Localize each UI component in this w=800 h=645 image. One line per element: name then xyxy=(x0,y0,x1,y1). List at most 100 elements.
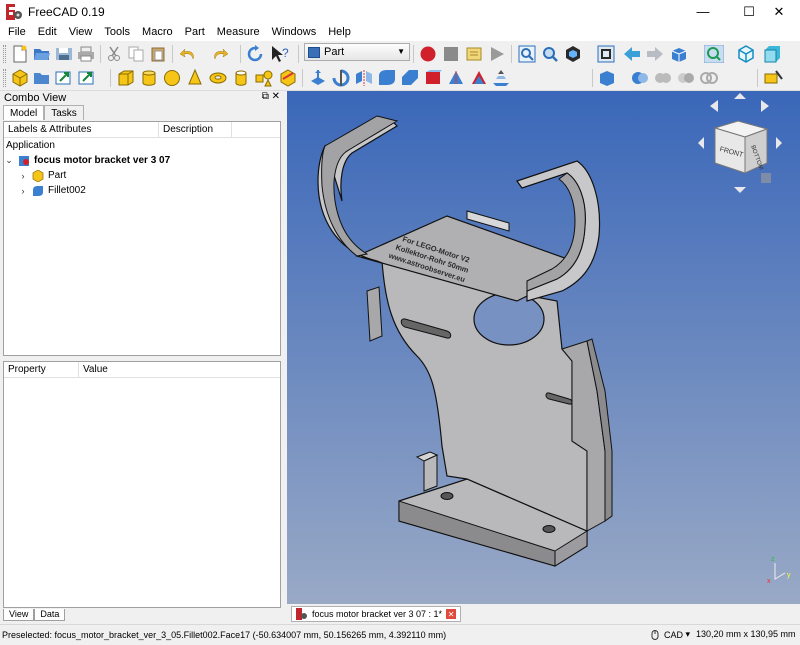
stop-macro-icon[interactable] xyxy=(441,44,461,64)
chevron-down-icon: ▼ xyxy=(397,47,405,56)
primitives-icon[interactable] xyxy=(254,68,274,88)
combo-tabs: Model Tasks xyxy=(3,105,284,120)
property-editor: Property Value xyxy=(3,361,281,608)
tab-view[interactable]: View xyxy=(3,609,35,621)
zoom-icon[interactable] xyxy=(704,44,724,64)
draw-style-icon[interactable] xyxy=(563,44,583,64)
undo-icon[interactable] xyxy=(178,44,198,64)
ruled-surface-icon[interactable] xyxy=(446,68,466,88)
fillet-icon[interactable] xyxy=(377,68,397,88)
application-row: Application xyxy=(4,138,280,153)
torus-icon[interactable] xyxy=(208,68,228,88)
value-column-header[interactable]: Value xyxy=(79,362,279,377)
bracket-model[interactable]: For LEGO-Motor V2 Kollektor-Rohr 50mm ww… xyxy=(287,91,800,604)
open-icon[interactable] xyxy=(32,44,52,64)
fit-selection-icon[interactable] xyxy=(540,44,560,64)
close-button[interactable]: ✕ xyxy=(756,0,800,23)
tree-item-label: Part xyxy=(48,170,67,181)
save-icon[interactable] xyxy=(54,44,74,64)
redo-icon[interactable] xyxy=(210,44,230,64)
menu-macro[interactable]: Macro xyxy=(136,26,179,38)
section-icon[interactable] xyxy=(699,68,719,88)
create-part-icon[interactable] xyxy=(10,68,30,88)
menu-windows[interactable]: Windows xyxy=(266,26,323,38)
chamfer-icon[interactable] xyxy=(400,68,420,88)
menu-part[interactable]: Part xyxy=(179,26,211,38)
toolbar-row-2 xyxy=(0,65,800,91)
edit-macro-icon[interactable] xyxy=(464,44,484,64)
print-icon[interactable] xyxy=(76,44,96,64)
fit-all-icon[interactable] xyxy=(517,44,537,64)
expand-icon[interactable]: › xyxy=(18,186,28,196)
link-icon[interactable] xyxy=(54,68,74,88)
panel-float-close-icon[interactable]: ⧉ ✕ xyxy=(262,91,280,102)
sweep-icon[interactable] xyxy=(492,68,512,88)
title-bar: FreeCAD 0.19 — ☐ ✕ xyxy=(0,0,800,23)
menu-measure[interactable]: Measure xyxy=(211,26,266,38)
document-row[interactable]: ⌄ focus motor bracket ver 3 07 xyxy=(4,153,280,168)
copy-icon[interactable] xyxy=(126,44,146,64)
std-views-icon[interactable] xyxy=(668,44,688,64)
measure-icon[interactable] xyxy=(764,68,784,88)
new-icon[interactable] xyxy=(10,44,30,64)
menu-view[interactable]: View xyxy=(63,26,99,38)
labels-attributes-header[interactable]: Labels & Attributes xyxy=(4,122,159,137)
box-icon[interactable] xyxy=(116,68,136,88)
whats-this-icon[interactable]: ? xyxy=(270,44,290,64)
close-tab-icon[interactable]: ✕ xyxy=(446,609,457,619)
menu-edit[interactable]: Edit xyxy=(32,26,63,38)
paste-icon[interactable] xyxy=(148,44,168,64)
collapse-icon[interactable]: ⌄ xyxy=(4,155,14,166)
preselection-text: Preselected: focus_motor_bracket_ver_3_0… xyxy=(2,630,447,640)
menu-help[interactable]: Help xyxy=(322,26,357,38)
combo-view-header: Combo View ⧉ ✕ xyxy=(0,91,284,105)
tab-model[interactable]: Model xyxy=(3,105,45,120)
revolve-icon[interactable] xyxy=(331,68,351,88)
refresh-icon[interactable] xyxy=(245,44,265,64)
boolean-icon[interactable] xyxy=(598,68,618,88)
cut-icon[interactable] xyxy=(104,44,124,64)
record-macro-icon[interactable] xyxy=(418,44,438,64)
tab-data[interactable]: Data xyxy=(34,609,66,621)
fillet-icon xyxy=(33,185,43,196)
menu-file[interactable]: File xyxy=(2,26,32,38)
link-actions-icon[interactable] xyxy=(78,68,98,88)
workbench-selector[interactable]: Part ▼ xyxy=(304,43,410,61)
document-tab[interactable]: focus motor bracket ver 3 07 : 1* ✕ xyxy=(291,606,462,622)
tree-header: Labels & Attributes Description xyxy=(4,122,280,138)
isometric-icon[interactable] xyxy=(736,44,756,64)
workbench-selected: Part xyxy=(324,46,345,58)
tree-item-label: Fillet002 xyxy=(48,185,86,196)
common-icon[interactable] xyxy=(676,68,696,88)
description-header[interactable]: Description xyxy=(159,122,232,137)
expand-icon[interactable]: › xyxy=(18,171,28,181)
property-column-header[interactable]: Property xyxy=(4,362,79,377)
tree-item-part[interactable]: › Part xyxy=(4,168,280,183)
combo-view-title: Combo View xyxy=(4,92,67,104)
document-tab-bar: focus motor bracket ver 3 07 : 1* ✕ xyxy=(287,604,800,624)
shape-builder-icon[interactable] xyxy=(278,68,298,88)
menu-tools[interactable]: Tools xyxy=(98,26,136,38)
navigation-style-selector[interactable]: CAD ▾ xyxy=(650,629,690,640)
bounding-box-icon[interactable] xyxy=(596,44,616,64)
sphere-icon[interactable] xyxy=(162,68,182,88)
tree-item-fillet[interactable]: › Fillet002 xyxy=(4,183,280,198)
extrude-icon[interactable] xyxy=(308,68,328,88)
cone-icon[interactable] xyxy=(185,68,205,88)
mirror-icon[interactable] xyxy=(354,68,374,88)
3d-viewport[interactable]: For LEGO-Motor V2 Kollektor-Rohr 50mm ww… xyxy=(287,91,800,604)
minimize-button[interactable]: — xyxy=(680,0,726,23)
make-face-icon[interactable] xyxy=(423,68,443,88)
front-view-icon[interactable] xyxy=(762,44,782,64)
create-group-icon[interactable] xyxy=(32,68,52,88)
tab-tasks[interactable]: Tasks xyxy=(44,105,84,120)
cylinder-icon[interactable] xyxy=(139,68,159,88)
loft-icon[interactable] xyxy=(469,68,489,88)
nav-forward-icon[interactable] xyxy=(645,44,665,64)
fuse-icon[interactable] xyxy=(653,68,673,88)
run-macro-icon[interactable] xyxy=(487,44,507,64)
navigation-cube[interactable]: FRONT BOTTOM xyxy=(698,93,782,193)
tube-icon[interactable] xyxy=(231,68,251,88)
nav-back-icon[interactable] xyxy=(622,44,642,64)
cut-boolean-icon[interactable] xyxy=(630,68,650,88)
